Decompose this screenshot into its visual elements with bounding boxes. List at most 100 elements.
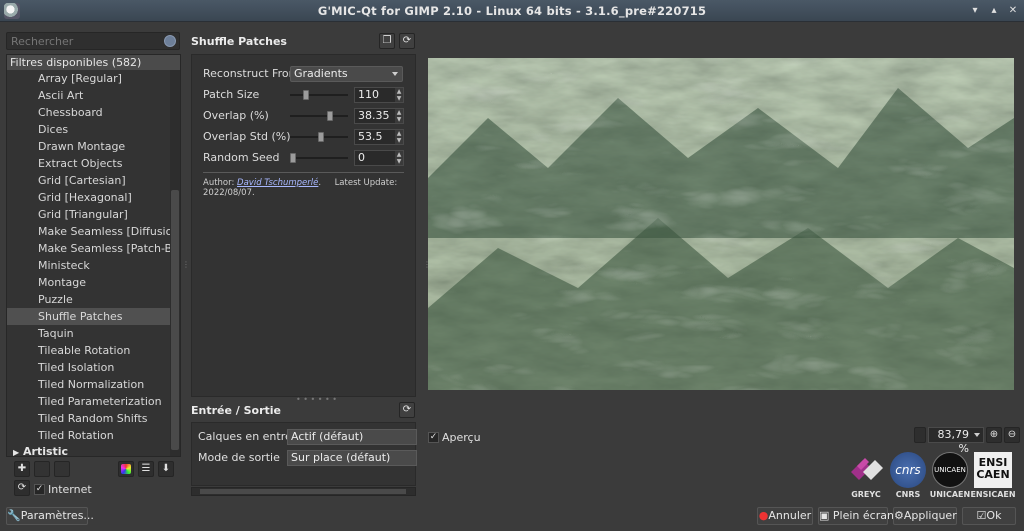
filter-tree-scrollbar[interactable]: [170, 70, 180, 456]
input-layers-select[interactable]: Actif (défaut): [287, 429, 417, 445]
category-label: Artistic: [23, 445, 69, 457]
slider-handle[interactable]: [327, 111, 333, 121]
close-icon[interactable]: ✕: [1006, 4, 1020, 18]
filter-search[interactable]: [6, 32, 180, 50]
spin-arrows-icon[interactable]: ▲ ▼: [395, 130, 403, 144]
filter-item[interactable]: Grid [Triangular]: [7, 206, 180, 223]
title-bar[interactable]: G'MIC-Qt for GIMP 2.10 - Linux 64 bits -…: [0, 0, 1024, 22]
patch-size-spinbox[interactable]: 110 ▲ ▼: [354, 87, 404, 103]
filter-item[interactable]: Make Seamless [Diffusion]: [7, 223, 180, 240]
overlap-spinbox[interactable]: 38.35 ▲ ▼: [354, 108, 404, 124]
scrollbar-thumb[interactable]: [200, 489, 406, 494]
scrollbar-thumb[interactable]: [171, 190, 179, 450]
internet-checkbox[interactable]: ✓: [34, 483, 45, 495]
filter-item[interactable]: Shuffle Patches: [7, 308, 180, 325]
ok-button[interactable]: ☑Ok: [962, 507, 1016, 525]
patch-size-label: Patch Size: [203, 88, 260, 101]
cancel-button[interactable]: ●Annuler: [757, 507, 813, 525]
filter-item[interactable]: Tileable Rotation: [7, 342, 180, 359]
cnrs-logo-icon: cnrs: [890, 452, 926, 488]
preview-checkbox[interactable]: ✓: [428, 431, 439, 443]
input-layers-label: Calques en entrée: [198, 430, 299, 443]
filter-item[interactable]: Puzzle: [7, 291, 180, 308]
filter-item[interactable]: Montage: [7, 274, 180, 291]
refresh-filters-button[interactable]: ⟳: [14, 480, 30, 496]
add-favorite-button[interactable]: ✚: [14, 461, 30, 477]
apply-icon: ⚙: [894, 509, 904, 522]
category-artistic[interactable]: ▶ Artistic: [7, 444, 180, 457]
overlap-std-spinbox[interactable]: 53.5 ▲ ▼: [354, 129, 404, 145]
overlap-slider[interactable]: [290, 108, 348, 124]
ok-icon: ☑: [976, 509, 987, 522]
slider-handle[interactable]: [318, 132, 324, 142]
filter-item[interactable]: Tiled Parameterization: [7, 393, 180, 410]
chevron-down-icon: [974, 433, 980, 437]
filter-author-info: Author: David Tschumperlé. Latest Update…: [203, 178, 398, 198]
filter-item[interactable]: Grid [Cartesian]: [7, 172, 180, 189]
reconstruct-select[interactable]: Gradients: [290, 66, 403, 82]
filter-tree-header: Filtres disponibles (582): [7, 55, 180, 70]
preview-toggle[interactable]: ✓ Aperçu: [428, 430, 481, 444]
expand-collapse-icon[interactable]: ☰: [138, 461, 154, 477]
left-splitter-handle[interactable]: ⋮: [182, 260, 190, 269]
output-mode-select[interactable]: Sur place (défaut): [287, 450, 417, 466]
filter-parameters: Reconstruct From Gradients Patch Size 11…: [191, 54, 416, 397]
slider-handle[interactable]: [290, 153, 296, 163]
download-icon[interactable]: ⬇: [158, 461, 174, 477]
patch-size-slider[interactable]: [290, 87, 348, 103]
zoom-fit-button[interactable]: [914, 427, 926, 443]
reset-params-icon[interactable]: ⟳: [399, 33, 415, 49]
reconstruct-label: Reconstruct From: [203, 67, 300, 80]
rename-favorite-button[interactable]: [54, 461, 70, 477]
search-icon[interactable]: [164, 35, 176, 47]
filter-item[interactable]: Array [Regular]: [7, 70, 180, 87]
cancel-icon: ●: [758, 509, 769, 522]
search-input[interactable]: [11, 34, 161, 49]
filter-item[interactable]: Tiled Rotation: [7, 427, 180, 444]
filter-item[interactable]: Tiled Random Shifts: [7, 410, 180, 427]
io-panel: Calques en entrée Actif (défaut) Mode de…: [191, 422, 417, 486]
unicaen-logo-icon: UNICAEN: [932, 452, 968, 488]
filter-item[interactable]: Tiled Isolation: [7, 359, 180, 376]
filter-item[interactable]: Make Seamless [Patch-Based]: [7, 240, 180, 257]
settings-button[interactable]: 🔧Paramètres...: [6, 507, 94, 525]
filter-title: Shuffle Patches: [191, 35, 287, 48]
spin-arrows-icon[interactable]: ▲ ▼: [395, 151, 403, 165]
output-mode-label: Mode de sortie: [198, 451, 280, 464]
internet-toggle[interactable]: ✓ Internet: [34, 482, 92, 496]
preview-image[interactable]: [428, 58, 1014, 390]
vertical-splitter-handle[interactable]: • • • • • •: [296, 395, 337, 404]
spin-arrows-icon[interactable]: ▲ ▼: [395, 109, 403, 123]
filter-tree[interactable]: Filtres disponibles (582) Array [Regular…: [6, 54, 181, 457]
filter-item[interactable]: Tiled Normalization: [7, 376, 180, 393]
chevron-right-icon[interactable]: ▶: [13, 445, 23, 456]
slider-handle[interactable]: [303, 90, 309, 100]
minimize-icon[interactable]: ▾: [968, 4, 982, 18]
overlap-std-slider[interactable]: [290, 129, 348, 145]
copy-command-icon[interactable]: ❐: [379, 33, 395, 49]
wrench-icon: 🔧: [7, 509, 21, 522]
random-seed-spinbox[interactable]: 0 ▲ ▼: [354, 150, 404, 166]
filter-item[interactable]: Grid [Hexagonal]: [7, 189, 180, 206]
filter-item[interactable]: Extract Objects: [7, 155, 180, 172]
filter-item[interactable]: Dices: [7, 121, 180, 138]
filter-item[interactable]: Chessboard: [7, 104, 180, 121]
filter-item[interactable]: Drawn Montage: [7, 138, 180, 155]
spin-arrows-icon[interactable]: ▲ ▼: [395, 88, 403, 102]
random-seed-slider[interactable]: [290, 150, 348, 166]
filter-item[interactable]: Ministeck: [7, 257, 180, 274]
remove-favorite-button[interactable]: [34, 461, 50, 477]
zoom-level-select[interactable]: 83,79 %: [928, 427, 984, 455]
reset-io-icon[interactable]: ⟳: [399, 402, 415, 418]
color-palette-icon[interactable]: [118, 461, 134, 477]
filter-item[interactable]: Ascii Art: [7, 87, 180, 104]
ensicaen-logo-icon: ENSI CAEN: [974, 452, 1012, 488]
maximize-icon[interactable]: ▴: [987, 4, 1001, 18]
zoom-in-icon[interactable]: ⊕: [986, 427, 1002, 443]
io-horizontal-scrollbar[interactable]: [191, 487, 416, 496]
fullscreen-button[interactable]: ▣ Plein écran: [818, 507, 894, 525]
zoom-out-icon[interactable]: ⊖: [1004, 427, 1020, 443]
apply-button[interactable]: ⚙Appliquer: [893, 507, 957, 525]
filter-item[interactable]: Taquin: [7, 325, 180, 342]
author-link[interactable]: David Tschumperlé: [237, 178, 318, 188]
